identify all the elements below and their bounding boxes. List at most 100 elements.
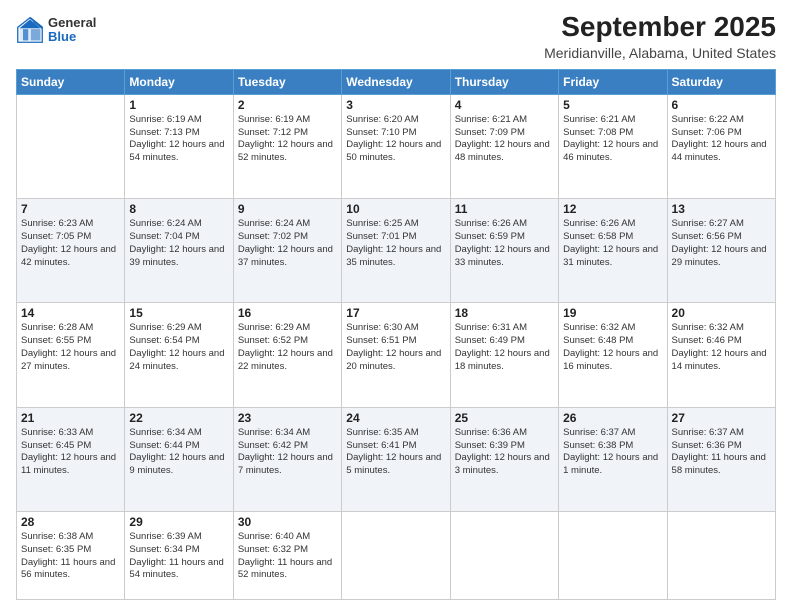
calendar-day-cell: 16Sunrise: 6:29 AMSunset: 6:52 PMDayligh…: [233, 303, 341, 407]
calendar-day-cell: 29 Sunrise: 6:39 AMSunset: 6:34 PMDayligh…: [125, 511, 233, 599]
calendar-day-cell: [450, 511, 558, 599]
day-sun-info: Sunrise: 6:34 AMSunset: 6:42 PMDaylight:…: [238, 427, 337, 478]
calendar-header-row: SundayMondayTuesdayWednesdayThursdayFrid…: [17, 69, 776, 94]
day-sun-info: Sunrise: 6:29 AMSunset: 6:52 PMDaylight:…: [238, 322, 337, 373]
day-sun-info: Sunrise: 6:32 AMSunset: 6:48 PMDaylight:…: [563, 322, 662, 373]
calendar-day-cell: 4 Sunrise: 6:21 AMSunset: 7:09 PMDaylight…: [450, 94, 558, 198]
day-number: 6: [672, 98, 771, 112]
day-sun-info: Sunrise: 6:24 AMSunset: 7:04 PMDaylight:…: [129, 218, 228, 269]
day-sun-info: Sunrise: 6:19 AMSunset: 7:13 PMDaylight:…: [129, 114, 228, 165]
logo: General Blue: [16, 16, 96, 45]
day-number: 7: [21, 202, 120, 216]
logo-blue-text: Blue: [48, 30, 96, 44]
day-sun-info: Sunrise: 6:22 AMSunset: 7:06 PMDaylight:…: [672, 114, 771, 165]
calendar-day-cell: 12Sunrise: 6:26 AMSunset: 6:58 PMDayligh…: [559, 199, 667, 303]
day-sun-info: Sunrise: 6:39 AMSunset: 6:34 PMDaylight:…: [129, 531, 228, 582]
day-sun-info: Sunrise: 6:33 AMSunset: 6:45 PMDaylight:…: [21, 427, 120, 478]
calendar-day-cell: [342, 511, 450, 599]
day-sun-info: Sunrise: 6:26 AMSunset: 6:59 PMDaylight:…: [455, 218, 554, 269]
weekday-header: Monday: [125, 69, 233, 94]
day-sun-info: Sunrise: 6:24 AMSunset: 7:02 PMDaylight:…: [238, 218, 337, 269]
day-sun-info: Sunrise: 6:23 AMSunset: 7:05 PMDaylight:…: [21, 218, 120, 269]
header: General Blue September 2025 Meridianvill…: [16, 12, 776, 61]
weekday-header: Saturday: [667, 69, 775, 94]
calendar-day-cell: 25 Sunrise: 6:36 AMSunset: 6:39 PMDayligh…: [450, 407, 558, 511]
day-sun-info: Sunrise: 6:20 AMSunset: 7:10 PMDaylight:…: [346, 114, 445, 165]
calendar-day-cell: 10 Sunrise: 6:25 AMSunset: 7:01 PMDayligh…: [342, 199, 450, 303]
calendar-week-row: 1Sunrise: 6:19 AMSunset: 7:13 PMDaylight…: [17, 94, 776, 198]
calendar-day-cell: 3 Sunrise: 6:20 AMSunset: 7:10 PMDaylight…: [342, 94, 450, 198]
calendar-day-cell: [559, 511, 667, 599]
day-sun-info: Sunrise: 6:30 AMSunset: 6:51 PMDaylight:…: [346, 322, 445, 373]
calendar-day-cell: 17 Sunrise: 6:30 AMSunset: 6:51 PMDayligh…: [342, 303, 450, 407]
day-number: 19: [563, 306, 662, 320]
weekday-header: Wednesday: [342, 69, 450, 94]
day-sun-info: Sunrise: 6:40 AMSunset: 6:32 PMDaylight:…: [238, 531, 337, 582]
calendar-day-cell: 1Sunrise: 6:19 AMSunset: 7:13 PMDaylight…: [125, 94, 233, 198]
day-sun-info: Sunrise: 6:21 AMSunset: 7:08 PMDaylight:…: [563, 114, 662, 165]
day-number: 9: [238, 202, 337, 216]
page: General Blue September 2025 Meridianvill…: [0, 0, 792, 612]
weekday-header: Tuesday: [233, 69, 341, 94]
day-sun-info: Sunrise: 6:21 AMSunset: 7:09 PMDaylight:…: [455, 114, 554, 165]
calendar-day-cell: 8 Sunrise: 6:24 AMSunset: 7:04 PMDaylight…: [125, 199, 233, 303]
day-sun-info: Sunrise: 6:37 AMSunset: 6:38 PMDaylight:…: [563, 427, 662, 478]
calendar-day-cell: [17, 94, 125, 198]
calendar-day-cell: 18 Sunrise: 6:31 AMSunset: 6:49 PMDayligh…: [450, 303, 558, 407]
day-number: 23: [238, 411, 337, 425]
calendar-day-cell: 23 Sunrise: 6:34 AMSunset: 6:42 PMDayligh…: [233, 407, 341, 511]
calendar-week-row: 7 Sunrise: 6:23 AMSunset: 7:05 PMDaylight…: [17, 199, 776, 303]
calendar-day-cell: 21Sunrise: 6:33 AMSunset: 6:45 PMDayligh…: [17, 407, 125, 511]
day-sun-info: Sunrise: 6:25 AMSunset: 7:01 PMDaylight:…: [346, 218, 445, 269]
day-number: 27: [672, 411, 771, 425]
calendar-day-cell: [667, 511, 775, 599]
day-number: 4: [455, 98, 554, 112]
day-number: 13: [672, 202, 771, 216]
day-number: 10: [346, 202, 445, 216]
logo-icon: [16, 16, 44, 44]
calendar-day-cell: 14Sunrise: 6:28 AMSunset: 6:55 PMDayligh…: [17, 303, 125, 407]
day-number: 18: [455, 306, 554, 320]
calendar-day-cell: 26 Sunrise: 6:37 AMSunset: 6:38 PMDayligh…: [559, 407, 667, 511]
day-number: 28: [21, 515, 120, 529]
day-sun-info: Sunrise: 6:37 AMSunset: 6:36 PMDaylight:…: [672, 427, 771, 478]
title-block: September 2025 Meridianville, Alabama, U…: [544, 12, 776, 61]
day-number: 15: [129, 306, 228, 320]
day-number: 20: [672, 306, 771, 320]
calendar-week-row: 14Sunrise: 6:28 AMSunset: 6:55 PMDayligh…: [17, 303, 776, 407]
day-sun-info: Sunrise: 6:26 AMSunset: 6:58 PMDaylight:…: [563, 218, 662, 269]
logo-general-text: General: [48, 16, 96, 30]
day-sun-info: Sunrise: 6:29 AMSunset: 6:54 PMDaylight:…: [129, 322, 228, 373]
day-sun-info: Sunrise: 6:32 AMSunset: 6:46 PMDaylight:…: [672, 322, 771, 373]
day-number: 3: [346, 98, 445, 112]
day-sun-info: Sunrise: 6:36 AMSunset: 6:39 PMDaylight:…: [455, 427, 554, 478]
calendar-day-cell: 24Sunrise: 6:35 AMSunset: 6:41 PMDayligh…: [342, 407, 450, 511]
calendar-day-cell: 9 Sunrise: 6:24 AMSunset: 7:02 PMDaylight…: [233, 199, 341, 303]
calendar-day-cell: 2Sunrise: 6:19 AMSunset: 7:12 PMDaylight…: [233, 94, 341, 198]
day-number: 22: [129, 411, 228, 425]
calendar-week-row: 28Sunrise: 6:38 AMSunset: 6:35 PMDayligh…: [17, 511, 776, 599]
calendar-day-cell: 20 Sunrise: 6:32 AMSunset: 6:46 PMDayligh…: [667, 303, 775, 407]
day-sun-info: Sunrise: 6:34 AMSunset: 6:44 PMDaylight:…: [129, 427, 228, 478]
calendar-day-cell: 6 Sunrise: 6:22 AMSunset: 7:06 PMDaylight…: [667, 94, 775, 198]
calendar-table: SundayMondayTuesdayWednesdayThursdayFrid…: [16, 69, 776, 600]
calendar-subtitle: Meridianville, Alabama, United States: [544, 45, 776, 61]
day-number: 17: [346, 306, 445, 320]
weekday-header: Sunday: [17, 69, 125, 94]
day-number: 25: [455, 411, 554, 425]
logo-text: General Blue: [48, 16, 96, 45]
calendar-day-cell: 28Sunrise: 6:38 AMSunset: 6:35 PMDayligh…: [17, 511, 125, 599]
day-number: 8: [129, 202, 228, 216]
weekday-header: Thursday: [450, 69, 558, 94]
weekday-header: Friday: [559, 69, 667, 94]
calendar-day-cell: 11 Sunrise: 6:26 AMSunset: 6:59 PMDayligh…: [450, 199, 558, 303]
day-number: 26: [563, 411, 662, 425]
day-sun-info: Sunrise: 6:27 AMSunset: 6:56 PMDaylight:…: [672, 218, 771, 269]
calendar-day-cell: 7 Sunrise: 6:23 AMSunset: 7:05 PMDaylight…: [17, 199, 125, 303]
calendar-day-cell: 13 Sunrise: 6:27 AMSunset: 6:56 PMDayligh…: [667, 199, 775, 303]
day-number: 29: [129, 515, 228, 529]
day-number: 30: [238, 515, 337, 529]
day-sun-info: Sunrise: 6:31 AMSunset: 6:49 PMDaylight:…: [455, 322, 554, 373]
calendar-day-cell: 19 Sunrise: 6:32 AMSunset: 6:48 PMDayligh…: [559, 303, 667, 407]
day-number: 11: [455, 202, 554, 216]
